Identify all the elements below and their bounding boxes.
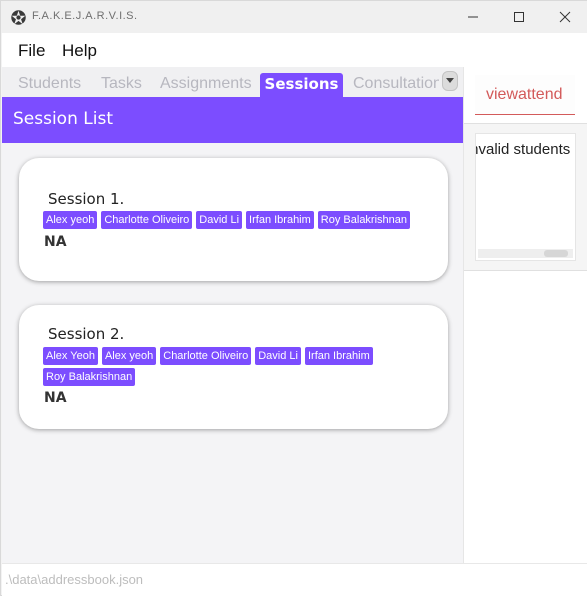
- minimize-button[interactable]: [450, 1, 496, 33]
- tab-students[interactable]: Students: [18, 75, 81, 97]
- right-pane: viewattend Invalid students: [463, 67, 587, 563]
- maximize-icon: [514, 12, 524, 22]
- tab-tasks[interactable]: Tasks: [101, 75, 142, 97]
- student-tag: David Li: [196, 211, 243, 229]
- close-button[interactable]: [542, 1, 587, 33]
- menu-help[interactable]: Help: [62, 41, 97, 61]
- file-path: .\data\addressbook.json: [5, 572, 144, 587]
- tab-consultations[interactable]: Consultations: [353, 75, 439, 97]
- tab-sessions[interactable]: Sessions: [260, 73, 343, 97]
- command-text: viewattend: [486, 86, 563, 103]
- session-list-title: Session List: [13, 109, 113, 129]
- student-tag: Roy Balakrishnan: [317, 211, 411, 229]
- window-title: F.A.K.E.J.A.R.V.I.S.: [32, 10, 138, 22]
- command-input[interactable]: viewattend: [475, 75, 575, 115]
- status-bar: .\data\addressbook.json: [2, 563, 587, 596]
- tab-overflow-button[interactable]: [442, 71, 458, 91]
- result-text: Invalid students: [475, 141, 571, 158]
- menu-file[interactable]: File: [18, 41, 45, 61]
- student-tag: Roy Balakrishnan: [43, 368, 136, 386]
- tab-bar: Students Tasks Assignments Sessions Cons…: [2, 67, 463, 97]
- student-tag: Charlotte Oliveiro: [101, 211, 193, 229]
- command-area: viewattend: [464, 67, 587, 122]
- student-tag: Alex yeoh: [43, 211, 98, 229]
- student-tag: Irfan Ibrahim: [304, 347, 373, 365]
- session-card[interactable]: Session 1. Alex yeoh Charlotte Oliveiro Da…: [19, 158, 448, 281]
- chevron-down-icon: [446, 78, 454, 83]
- horizontal-scrollbar[interactable]: [478, 249, 573, 258]
- left-pane: Students Tasks Assignments Sessions Cons…: [2, 67, 463, 563]
- student-tag: Alex Yeoh: [43, 347, 98, 365]
- session-status: NA: [44, 390, 67, 406]
- close-icon: [559, 11, 571, 23]
- result-display[interactable]: Invalid students: [475, 133, 576, 261]
- result-area: Invalid students: [464, 123, 587, 271]
- tab-assignments[interactable]: Assignments: [160, 75, 252, 97]
- app-logo-icon: [11, 10, 26, 25]
- minimize-icon: [468, 16, 478, 18]
- app-window: F.A.K.E.J.A.R.V.I.S. File Help Students …: [0, 0, 587, 596]
- session-title: Session 2.: [48, 325, 125, 343]
- student-tag: Charlotte Oliveiro: [160, 347, 252, 365]
- session-list-header: Session List: [2, 97, 463, 143]
- student-tag: Alex yeoh: [101, 347, 157, 365]
- student-tags: Alex Yeoh Alex yeoh Charlotte Oliveiro Davi…: [43, 347, 443, 389]
- menu-bar: File Help: [2, 33, 587, 67]
- session-title: Session 1.: [48, 190, 125, 208]
- session-card[interactable]: Session 2. Alex Yeoh Alex yeoh Charlotte O…: [19, 305, 448, 429]
- scrollbar-thumb[interactable]: [544, 250, 568, 257]
- session-status: NA: [44, 234, 67, 250]
- student-tag: Irfan Ibrahim: [246, 211, 314, 229]
- student-tag: David Li: [255, 347, 301, 365]
- student-tags: Alex yeoh Charlotte Oliveiro David Li Irfan…: [43, 211, 443, 232]
- title-bar[interactable]: F.A.K.E.J.A.R.V.I.S.: [1, 1, 587, 33]
- maximize-button[interactable]: [496, 1, 542, 33]
